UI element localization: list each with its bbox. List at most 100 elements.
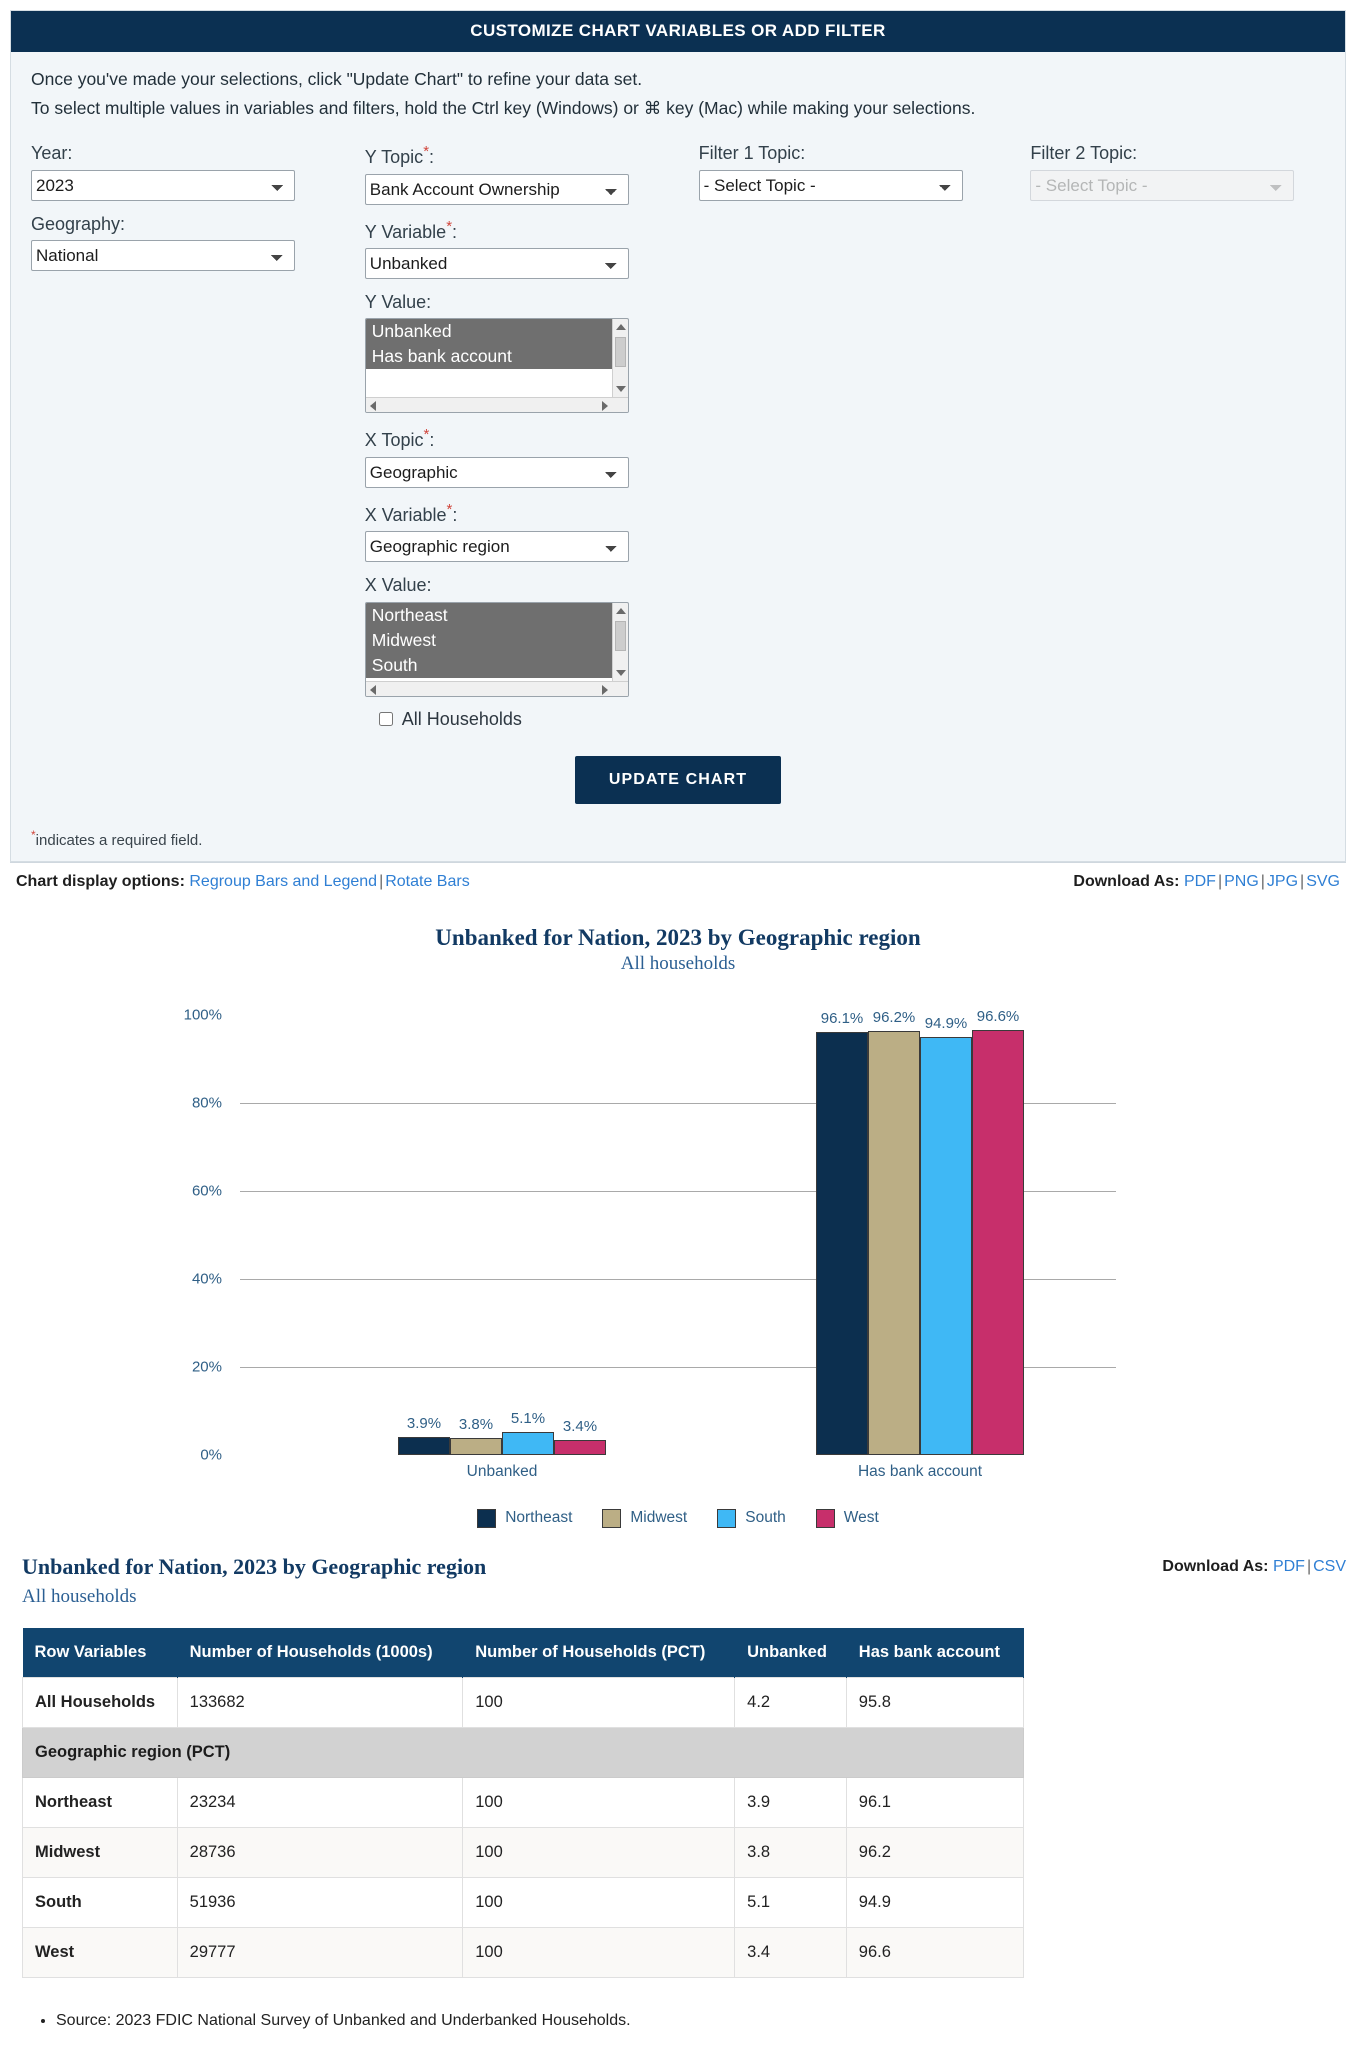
- y-value-listbox[interactable]: Unbanked Has bank account: [364, 318, 629, 414]
- legend-item[interactable]: South: [717, 1508, 786, 1528]
- table-subtitle: All households: [22, 1585, 137, 1607]
- table-row: West 29777 100 3.4 96.6: [22, 1926, 1025, 1978]
- chart-bar[interactable]: [398, 1437, 450, 1455]
- table-cell: 100: [462, 1776, 736, 1828]
- bar-value-label: 96.6%: [976, 1007, 1020, 1025]
- table-title: Unbanked for Nation, 2023 by Geographic …: [22, 1553, 487, 1579]
- update-chart-button[interactable]: UPDATE CHART: [574, 755, 782, 804]
- scroll-left-arrow-icon[interactable]: [369, 684, 376, 695]
- table-cell: 95.8: [845, 1676, 1025, 1728]
- scrollbar-thumb[interactable]: [614, 337, 626, 368]
- x-value-listbox[interactable]: Northeast Midwest South: [364, 601, 629, 697]
- y-topic-label-text: Y Topic: [364, 147, 424, 168]
- y-value-option[interactable]: Unbanked: [365, 319, 628, 345]
- scroll-up-arrow-icon[interactable]: [615, 324, 626, 331]
- panel-instructions: Once you've made your selections, click …: [11, 52, 1345, 128]
- table-cell: 100: [462, 1926, 736, 1978]
- chart-display-options-bar: Chart display options: Regroup Bars and …: [10, 861, 1346, 901]
- legend-item[interactable]: West: [815, 1508, 879, 1528]
- table-cell: 96.6: [845, 1926, 1025, 1978]
- chart-bar[interactable]: [868, 1031, 920, 1455]
- chart-bar[interactable]: [972, 1029, 1024, 1455]
- chart-block: Unbanked for Nation, 2023 by Geographic …: [0, 901, 1356, 1528]
- filter1-topic-select[interactable]: - Select Topic -: [698, 169, 963, 201]
- table-download-csv-link[interactable]: CSV: [1313, 1558, 1346, 1575]
- scrollbar-thumb[interactable]: [614, 620, 626, 651]
- instruction-line-1: Once you've made your selections, click …: [31, 69, 643, 89]
- scroll-down-arrow-icon[interactable]: [615, 669, 626, 676]
- geography-select[interactable]: National: [31, 240, 295, 272]
- y-topic-select[interactable]: Bank Account Ownership: [364, 173, 629, 205]
- y-value-horizontal-scrollbar[interactable]: [365, 397, 628, 413]
- table-header-row: Row Variables Number of Households (1000s…: [22, 1627, 1025, 1678]
- y-axis-tick-label: 80%: [191, 1094, 222, 1112]
- x-value-option[interactable]: Northeast: [365, 602, 628, 628]
- x-variable-select[interactable]: Geographic region: [364, 531, 629, 563]
- update-chart-button-wrap: UPDATE CHART: [11, 730, 1345, 804]
- y-value-vertical-scrollbar[interactable]: [611, 319, 628, 398]
- table-row: Midwest 28736 100 3.8 96.2: [22, 1826, 1025, 1878]
- chart-bar[interactable]: [920, 1037, 972, 1455]
- form-column-axes: Y Topic*: Bank Account Ownership Y Varia…: [364, 142, 699, 730]
- scroll-up-arrow-icon[interactable]: [615, 607, 626, 614]
- form-column-left: Year: 2023 Geography: National: [31, 142, 365, 283]
- download-svg-link[interactable]: SVG: [1306, 873, 1340, 890]
- all-households-label: All Households: [401, 708, 522, 729]
- y-value-option[interactable]: Has bank account: [365, 344, 628, 370]
- table-head: Row Variables Number of Households (1000s…: [22, 1627, 1025, 1678]
- x-value-option[interactable]: South: [365, 652, 628, 678]
- scroll-right-arrow-icon[interactable]: [601, 401, 608, 412]
- chart-bar[interactable]: [450, 1437, 502, 1455]
- year-select[interactable]: 2023: [31, 169, 295, 201]
- table-row: All Households 133682 100 4.2 95.8: [22, 1676, 1025, 1728]
- bar-value-label: 96.2%: [872, 1009, 916, 1027]
- chart-download-label: Download As:: [1073, 872, 1180, 890]
- rotate-bars-link[interactable]: Rotate Bars: [385, 873, 469, 890]
- chart-title: Unbanked for Nation, 2023 by Geographic …: [435, 924, 921, 950]
- scroll-right-arrow-icon[interactable]: [601, 684, 608, 695]
- table-cell: 28736: [176, 1826, 464, 1878]
- filter1-label: Filter 1 Topic:: [698, 143, 806, 164]
- legend-swatch: [477, 1508, 497, 1528]
- x-value-horizontal-scrollbar[interactable]: [365, 680, 628, 696]
- chart-bar[interactable]: [502, 1432, 554, 1455]
- table-download-pdf-link[interactable]: PDF: [1273, 1558, 1305, 1575]
- y-value-options[interactable]: Unbanked Has bank account: [365, 319, 628, 398]
- y-axis-tick-label: 100%: [183, 1006, 222, 1024]
- table-cell: 4.2: [734, 1676, 847, 1728]
- table-section-label: Geographic region (PCT): [22, 1726, 1024, 1778]
- legend-item[interactable]: Midwest: [602, 1508, 687, 1528]
- x-topic-select[interactable]: Geographic: [364, 456, 629, 488]
- legend-label: South: [745, 1509, 786, 1527]
- legend-item[interactable]: Northeast: [477, 1508, 573, 1528]
- table-cell: 96.2: [845, 1826, 1025, 1878]
- x-value-option[interactable]: Midwest: [365, 627, 628, 653]
- table-row-label: South: [22, 1876, 178, 1928]
- link-separator: |: [1306, 1557, 1312, 1575]
- download-png-link[interactable]: PNG: [1224, 873, 1259, 890]
- all-households-row[interactable]: All Households: [378, 708, 675, 730]
- filter2-label: Filter 2 Topic:: [1030, 143, 1138, 164]
- chart-bar[interactable]: [554, 1439, 606, 1455]
- table-cell: 96.1: [845, 1776, 1025, 1828]
- all-households-checkbox[interactable]: [378, 712, 393, 727]
- table-cell: 100: [462, 1826, 736, 1878]
- table-row: South 51936 100 5.1 94.9: [22, 1876, 1025, 1928]
- x-value-options[interactable]: Northeast Midwest South: [365, 602, 628, 681]
- display-options-left: Chart display options: Regroup Bars and …: [16, 873, 470, 891]
- y-variable-select[interactable]: Unbanked: [364, 248, 629, 280]
- legend-label: Northeast: [505, 1509, 573, 1527]
- y-axis-tick-label: 60%: [191, 1182, 222, 1200]
- scroll-left-arrow-icon[interactable]: [369, 401, 376, 412]
- scroll-down-arrow-icon[interactable]: [615, 386, 626, 393]
- chart-bar[interactable]: [816, 1031, 868, 1455]
- bar-value-label: 3.4%: [562, 1417, 598, 1435]
- panel-header: CUSTOMIZE CHART VARIABLES OR ADD FILTER: [11, 11, 1345, 52]
- download-jpg-link[interactable]: JPG: [1267, 873, 1298, 890]
- table-cell: 133682: [176, 1676, 464, 1728]
- y-value-label: Y Value:: [364, 292, 432, 313]
- x-value-vertical-scrollbar[interactable]: [611, 602, 628, 681]
- download-pdf-link[interactable]: PDF: [1184, 873, 1216, 890]
- y-variable-label: Y Variable*:: [364, 217, 458, 242]
- regroup-bars-link[interactable]: Regroup Bars and Legend: [189, 873, 377, 890]
